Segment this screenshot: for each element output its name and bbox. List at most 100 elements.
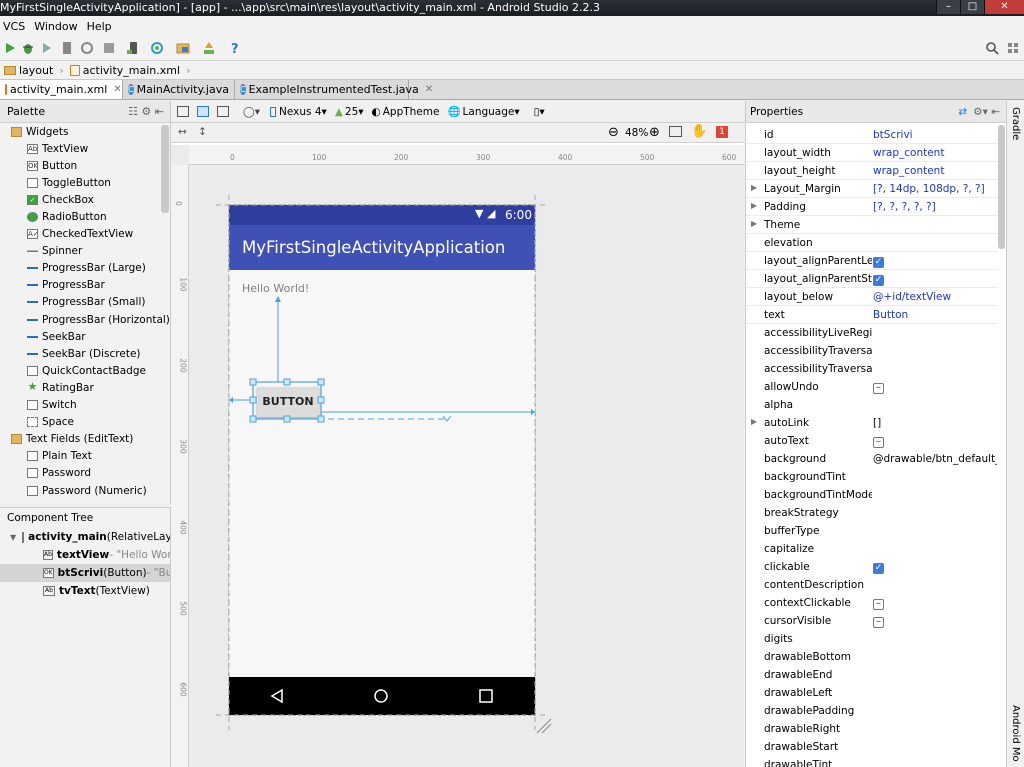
property-row[interactable]: accessibilityLiveRegion [746, 324, 998, 342]
expand-arrow-icon[interactable]: ▶ [751, 417, 757, 426]
ide-menu-icon[interactable] [1006, 41, 1020, 55]
property-row[interactable]: breakStrategy [746, 504, 998, 522]
gradle-tool-button[interactable]: Gradle [1010, 107, 1021, 140]
avd-manager-icon[interactable] [126, 41, 140, 55]
design-view-icon[interactable] [177, 106, 189, 117]
zoom-in-icon[interactable]: ⊕ [649, 125, 660, 140]
property-row[interactable]: text Button [746, 306, 998, 324]
help-icon[interactable]: ? [228, 41, 242, 55]
expand-arrow-icon[interactable]: ▶ [751, 183, 757, 192]
property-value[interactable]: [?, 14dp, 108dp, ?, ?] [873, 183, 997, 195]
property-row[interactable]: id btScrivi [746, 126, 998, 144]
project-structure-icon[interactable] [176, 41, 190, 55]
palette-item[interactable]: ProgressBar [0, 277, 170, 294]
both-views-icon[interactable] [217, 106, 229, 117]
property-row[interactable]: backgroundTint [746, 468, 998, 486]
expand-arrow-icon[interactable]: ▶ [751, 201, 757, 210]
property-row[interactable]: drawableEnd [746, 666, 998, 684]
property-row[interactable]: cursorVisible – [746, 612, 998, 630]
palette-item[interactable]: Ab TextView [0, 140, 170, 157]
palette-item[interactable]: QuickContactBadge [0, 362, 170, 379]
property-checkbox[interactable]: ✓ [873, 255, 997, 268]
search-icon[interactable] [985, 41, 999, 55]
property-row[interactable]: alpha [746, 396, 998, 414]
tristate-checkbox-icon[interactable]: – [873, 383, 884, 394]
sdk-manager-icon[interactable] [202, 41, 216, 55]
property-row[interactable]: ▶ Layout_Margin [?, 14dp, 108dp, ?, ?] [746, 180, 998, 198]
tristate-checkbox-icon[interactable]: – [873, 617, 884, 628]
palette-item[interactable]: RadioButton [0, 208, 170, 225]
palette-item[interactable]: Password (Numeric) [0, 482, 170, 499]
palette-item[interactable]: A✓ CheckedTextView [0, 226, 170, 243]
zoom-fit-icon[interactable] [669, 126, 682, 137]
blueprint-view-icon[interactable] [197, 106, 209, 117]
device-frame-icon[interactable]: ▯▾ [534, 106, 545, 118]
checkbox-checked-icon[interactable]: ✓ [873, 275, 884, 286]
property-tristate[interactable]: – [873, 435, 997, 448]
checkbox-checked-icon[interactable]: ✓ [873, 563, 884, 574]
properties-settings-icon[interactable]: ⚙▾ ⇤ [973, 106, 1000, 118]
tab-activity-main-xml[interactable]: activity_main.xml ✕ [0, 80, 123, 99]
property-row[interactable]: accessibilityTraversalBefore [746, 360, 998, 378]
property-row[interactable]: elevation [746, 234, 998, 252]
pan-horizontal-icon[interactable]: ↔ [178, 126, 187, 138]
property-row[interactable]: drawableTint [746, 756, 998, 767]
palette-item[interactable]: Space [0, 414, 170, 431]
device-selector[interactable]: Nexus 4 ▾ [270, 106, 327, 118]
menu-help[interactable]: Help [84, 20, 118, 33]
collapse-arrow-icon[interactable]: ▼ [10, 533, 16, 542]
property-row[interactable]: backgroundTintMode [746, 486, 998, 504]
design-canvas[interactable]: 0 100 200 300 400 500 600 0 100 200 300 400 500 600 … [171, 145, 744, 767]
sync-gradle-icon[interactable] [150, 41, 164, 55]
property-row[interactable]: layout_below @+id/textView [746, 288, 998, 306]
palette-item[interactable]: Switch [0, 397, 170, 414]
theme-selector[interactable]: ◐ AppTheme [372, 106, 440, 118]
palette-item[interactable]: SeekBar (Discrete) [0, 345, 170, 362]
property-tristate[interactable]: – [873, 381, 997, 394]
property-row[interactable]: drawablePadding [746, 702, 998, 720]
property-value[interactable]: wrap_content [873, 165, 997, 177]
run-icon[interactable] [3, 41, 17, 55]
property-row[interactable]: contextClickable – [746, 594, 998, 612]
property-row[interactable]: drawableLeft [746, 684, 998, 702]
palette-item[interactable]: Spinner [0, 243, 170, 260]
menu-vcs[interactable]: VCS [0, 20, 31, 33]
property-row[interactable]: layout_width wrap_content [746, 144, 998, 162]
maximize-icon[interactable]: □ [960, 0, 984, 14]
close-icon[interactable]: ✕ [984, 0, 1024, 14]
property-value[interactable]: Button [873, 309, 997, 321]
palette-scrollbar[interactable] [161, 125, 169, 213]
property-row[interactable]: allowUndo – [746, 378, 998, 396]
palette-item[interactable]: ★ RatingBar [0, 379, 170, 396]
property-row[interactable]: digits [746, 630, 998, 648]
palette-category[interactable]: Text Fields (EditText) [0, 431, 170, 448]
palette-item[interactable]: ProgressBar (Horizontal) [0, 311, 170, 328]
error-badge[interactable]: 1 [716, 126, 728, 138]
property-value[interactable]: [?, ?, ?, ?, ?] [873, 201, 997, 213]
property-row[interactable]: layout_alignParentLeft ✓ [746, 252, 998, 270]
tristate-checkbox-icon[interactable]: – [873, 599, 884, 610]
property-value[interactable]: @+id/textView [873, 291, 997, 303]
zoom-out-icon[interactable]: ⊖ [608, 125, 619, 140]
checkbox-checked-icon[interactable]: ✓ [873, 257, 884, 268]
expand-arrow-icon[interactable]: ▶ [751, 219, 757, 228]
orientation-icon[interactable]: ◯▾ [243, 106, 260, 118]
minimize-icon[interactable]: – [936, 0, 960, 14]
property-row[interactable]: ▶ autoLink [] [746, 414, 998, 432]
attach-debugger-icon[interactable] [40, 41, 54, 55]
palette-item[interactable]: ✓ CheckBox [0, 191, 170, 208]
api-selector[interactable]: ▲ 25 ▾ [335, 106, 364, 118]
property-row[interactable]: drawableRight [746, 720, 998, 738]
property-row[interactable]: ▶ Padding [?, ?, ?, ?, ?] [746, 198, 998, 216]
property-row[interactable]: layout_alignParentStart✓ [746, 270, 998, 288]
tree-node-tvtext[interactable]: Ab tvText (TextView) [0, 582, 170, 600]
stop-icon[interactable] [102, 41, 116, 55]
property-value[interactable]: @drawable/btn_default_material [873, 453, 997, 465]
property-checkbox[interactable]: ✓ [873, 273, 997, 286]
swap-view-icon[interactable]: ⇄ [958, 106, 967, 118]
palette-item[interactable]: OK Button [0, 157, 170, 174]
property-row[interactable]: drawableBottom [746, 648, 998, 666]
property-tristate[interactable]: – [873, 615, 997, 628]
breadcrumb-folder[interactable]: layout [0, 64, 57, 77]
palette-item[interactable]: Plain Text [0, 448, 170, 465]
